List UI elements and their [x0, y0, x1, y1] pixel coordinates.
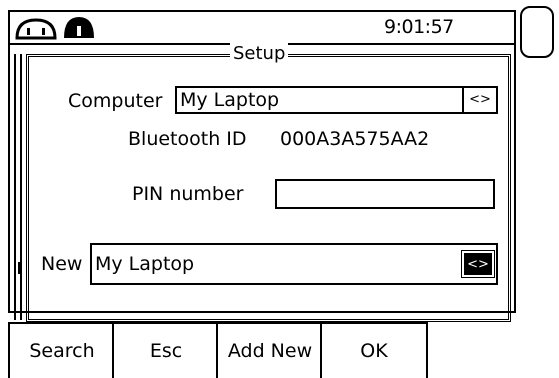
new-selector-button[interactable]: <> — [461, 250, 495, 278]
mains-plug-icon — [14, 16, 58, 40]
search-softkey[interactable]: Search — [8, 322, 116, 378]
new-name-input[interactable]: My Laptop <> — [90, 243, 498, 285]
background-window-edge — [14, 54, 22, 320]
bluetooth-id-label: Bluetooth ID — [128, 128, 247, 150]
clock-time: 9:01:57 — [384, 16, 454, 38]
dialog-title: Setup — [230, 43, 289, 64]
softkey-bar: Search Esc Add New OK — [8, 322, 428, 378]
ok-softkey[interactable]: OK — [320, 322, 428, 378]
computer-label: Computer — [68, 90, 163, 112]
background-window-mark — [18, 262, 20, 274]
new-name-value: My Laptop — [95, 253, 195, 275]
computer-select[interactable]: My Laptop <> — [175, 86, 498, 114]
lock-icon — [62, 14, 96, 40]
pin-label: PIN number — [132, 183, 244, 205]
computer-value: My Laptop — [180, 89, 280, 111]
new-label: New — [41, 253, 83, 275]
computer-selector-button[interactable]: <> — [462, 88, 496, 112]
pin-input[interactable] — [275, 179, 495, 209]
corner-button[interactable] — [520, 6, 554, 58]
add-new-softkey[interactable]: Add New — [216, 322, 324, 378]
bluetooth-id-value: 000A3A575AA2 — [280, 128, 430, 150]
esc-softkey[interactable]: Esc — [112, 322, 220, 378]
